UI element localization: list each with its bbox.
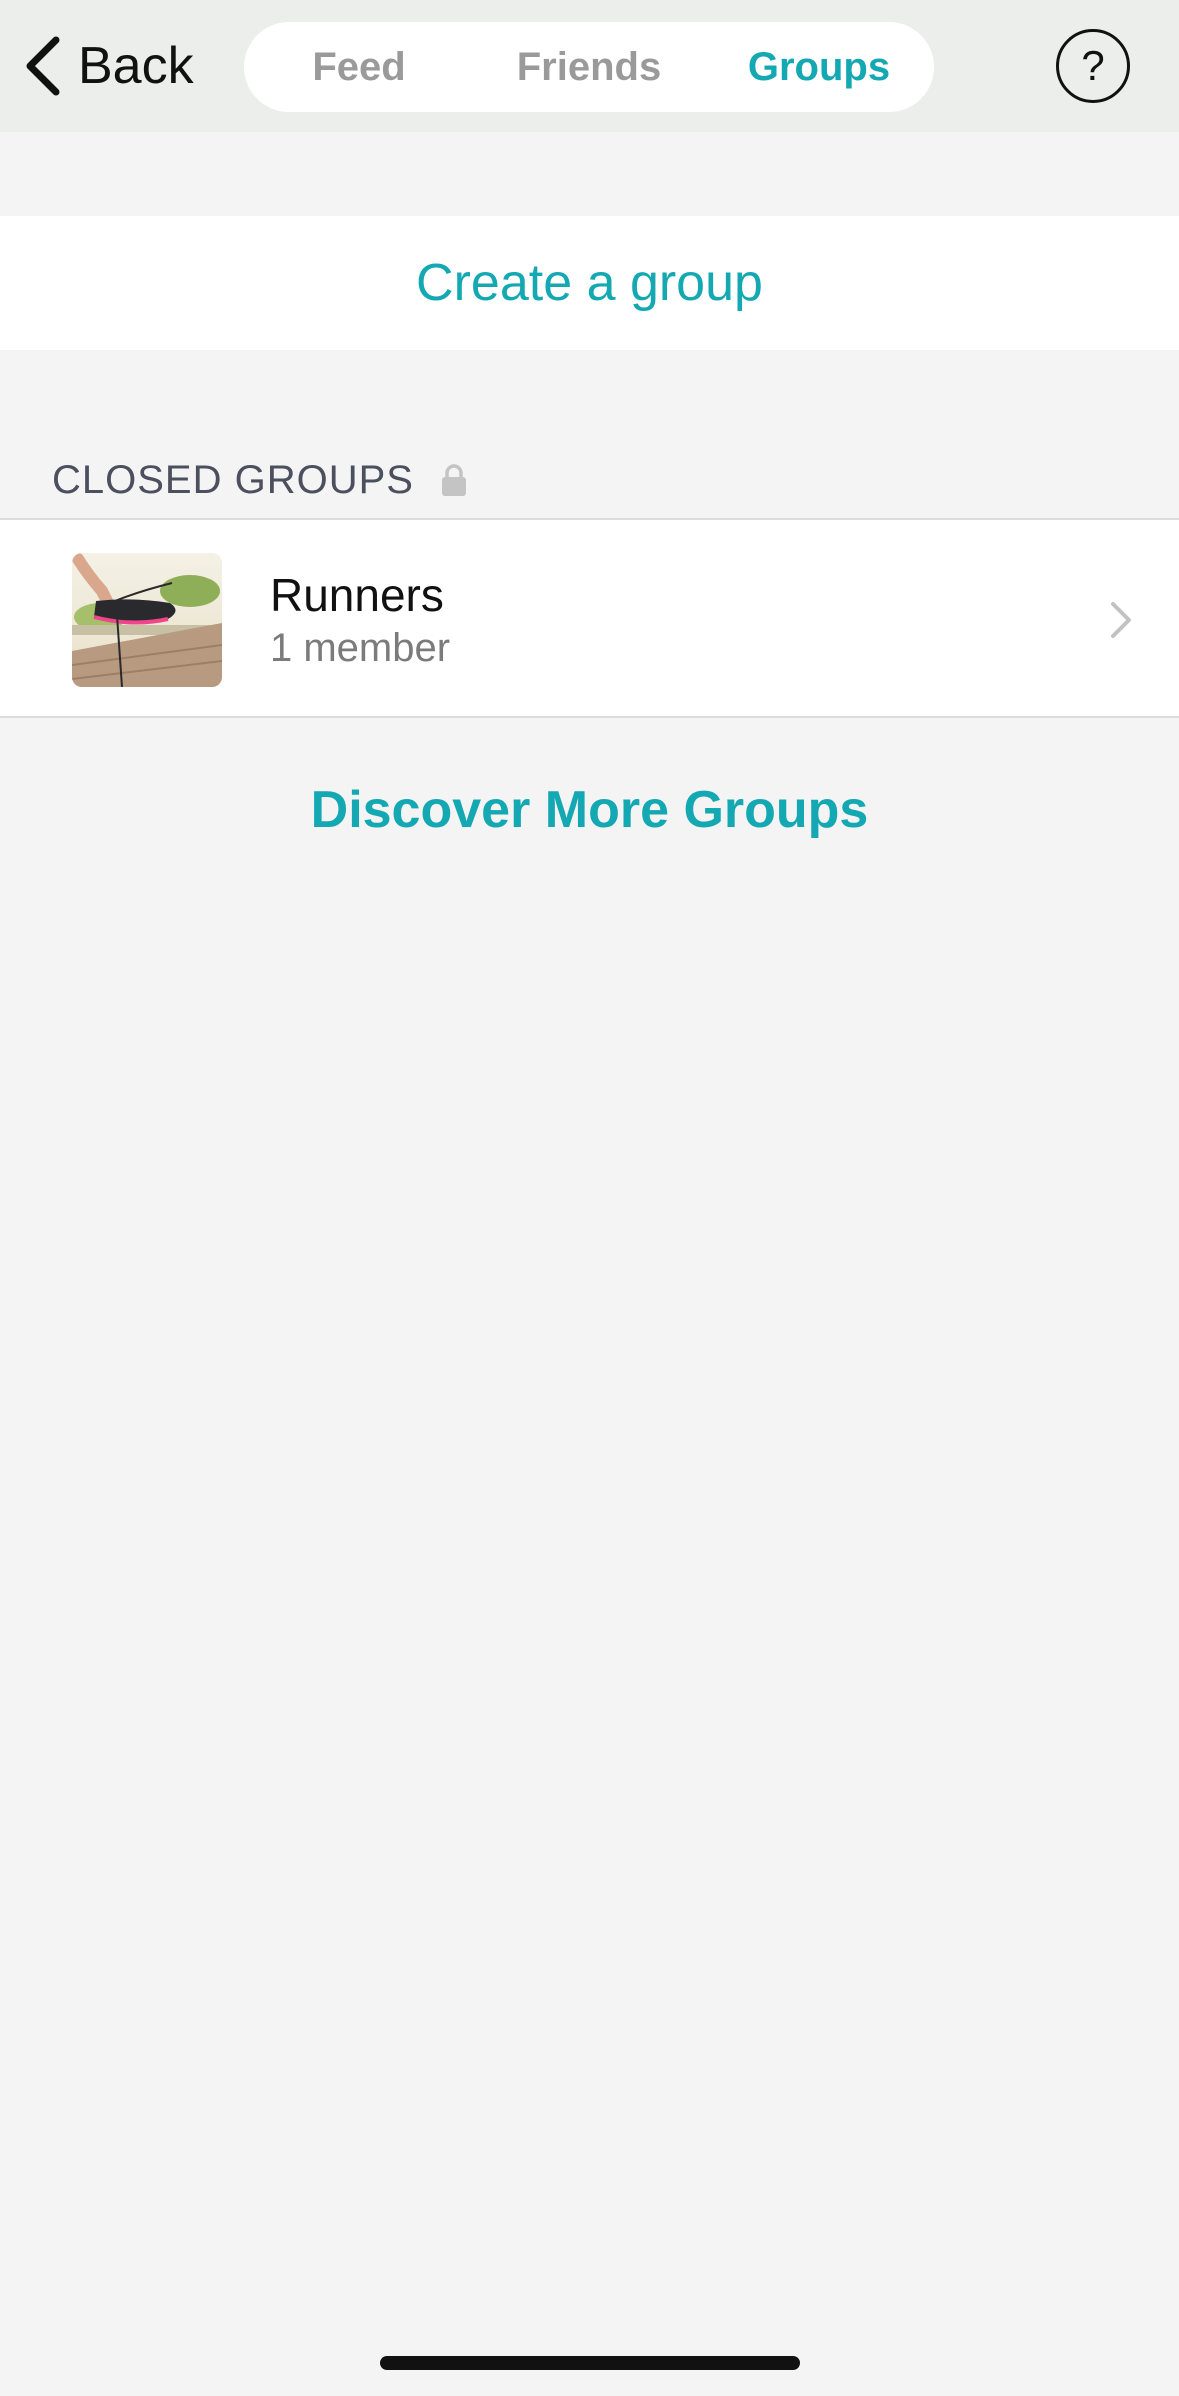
help-button[interactable]: ? [1056, 29, 1130, 103]
group-member-count: 1 member [270, 626, 451, 670]
section-title: CLOSED GROUPS [52, 457, 414, 502]
back-label: Back [78, 37, 194, 95]
create-group-button[interactable]: Create a group [0, 216, 1179, 350]
segmented-control: Feed Friends Groups [244, 22, 934, 112]
group-thumbnail [72, 553, 222, 687]
group-row-runners[interactable]: Runners 1 member [0, 518, 1179, 718]
chevron-left-icon [26, 36, 60, 96]
closed-groups-header: CLOSED GROUPS [52, 450, 468, 510]
top-nav-bar: Back Feed Friends Groups ? [0, 0, 1179, 132]
tab-feed[interactable]: Feed [244, 45, 474, 90]
back-button[interactable]: Back [24, 30, 194, 102]
lock-icon [441, 464, 466, 496]
tab-groups[interactable]: Groups [704, 45, 934, 90]
help-icon: ? [1081, 42, 1105, 89]
groups-screen: Back Feed Friends Groups ? Create a grou… [0, 0, 1179, 2396]
tab-friends[interactable]: Friends [474, 45, 704, 90]
chevron-right-icon [1111, 602, 1131, 638]
group-name: Runners [270, 569, 444, 621]
home-indicator [380, 2356, 800, 2370]
discover-groups-link[interactable]: Discover More Groups [0, 770, 1179, 850]
